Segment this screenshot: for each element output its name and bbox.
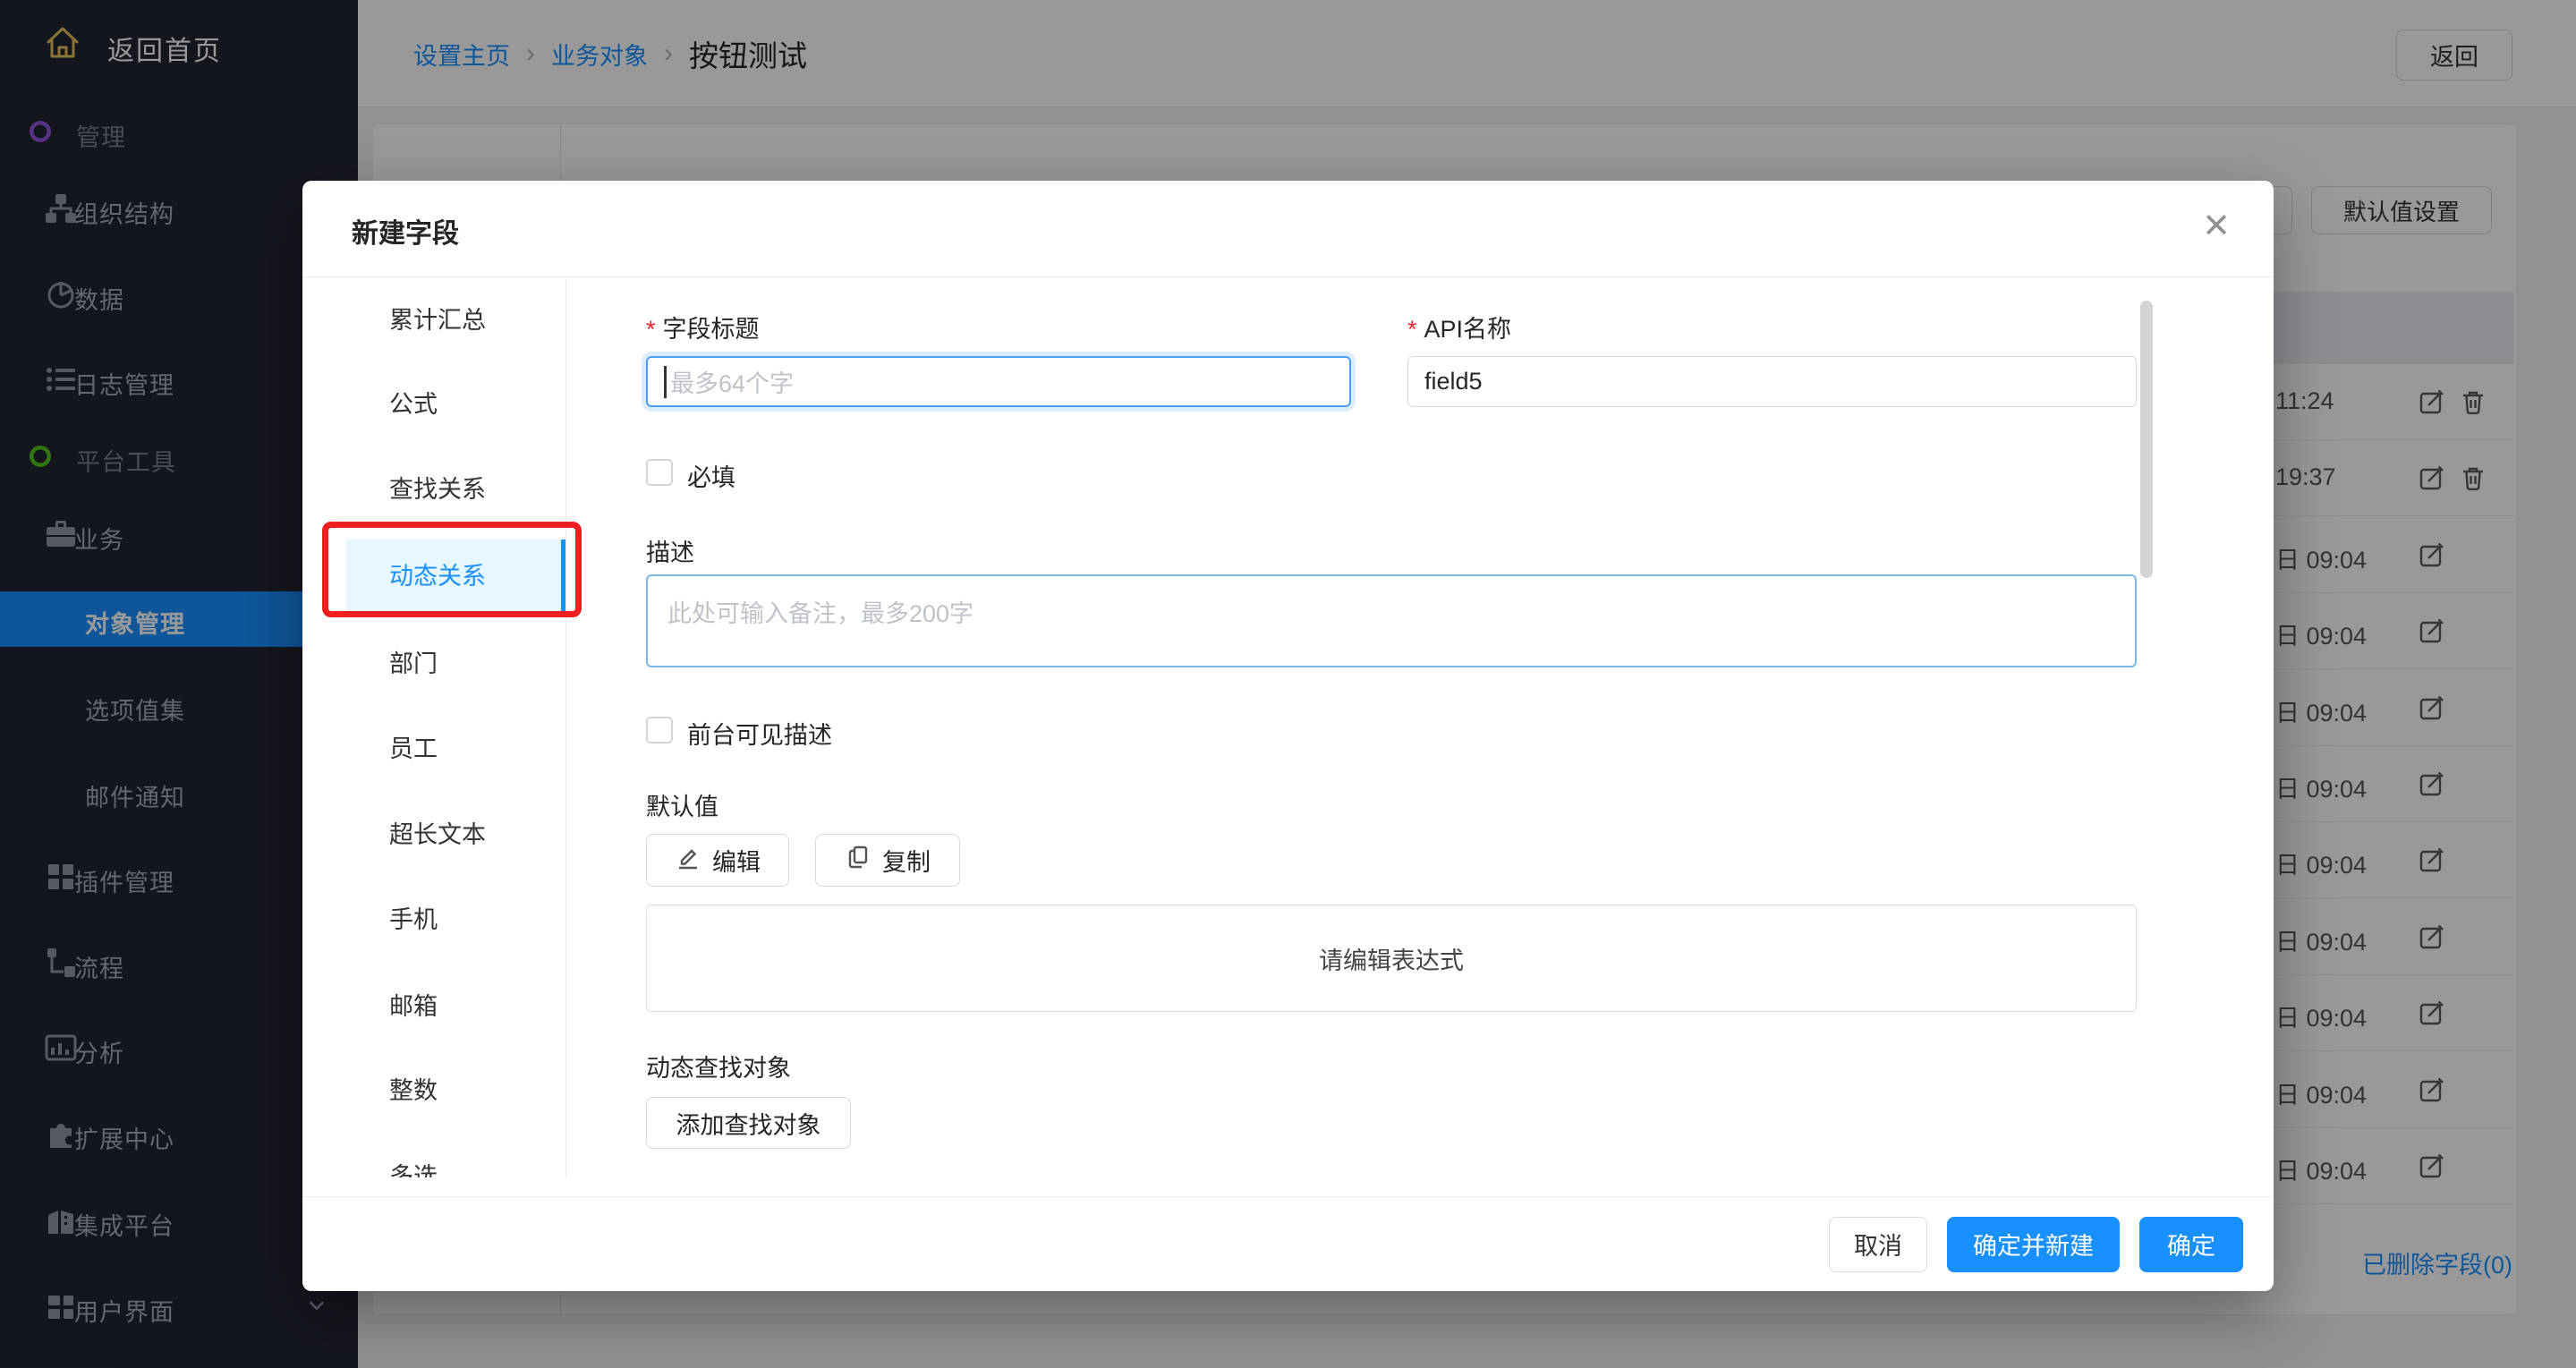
scrollbar-thumb[interactable] <box>2140 301 2153 578</box>
confirm-button[interactable]: 确定 <box>2139 1217 2243 1272</box>
dynamic-lookup-label: 动态查找对象 <box>646 1049 791 1083</box>
required-star: * <box>646 316 656 343</box>
add-lookup-object-button[interactable]: 添加查找对象 <box>646 1097 851 1149</box>
edit-button[interactable]: 编辑 <box>646 834 789 887</box>
field-type-item-10[interactable]: 整数 <box>302 1064 566 1117</box>
field-type-item-9[interactable]: 邮箱 <box>302 980 566 1033</box>
cancel-button[interactable]: 取消 <box>1829 1217 1927 1272</box>
field-title-input[interactable]: 最多64个字 <box>646 356 1351 407</box>
screen: 返回首页 管理 组织结构 数据 日志管理 平台工具 业务 对象管理 选项值集 <box>0 0 2576 1368</box>
text-caret <box>664 366 667 398</box>
api-name-input[interactable]: field5 <box>1407 356 2137 407</box>
front-visible-desc-label: 前台可见描述 <box>687 716 832 751</box>
modal-footer: 取消 确定并新建 确定 <box>302 1196 2274 1291</box>
required-star: * <box>1407 316 1417 343</box>
field-type-item-8[interactable]: 手机 <box>302 893 566 947</box>
required-checkbox[interactable] <box>646 459 673 486</box>
description-textarea[interactable]: 此处可输入备注，最多200字 <box>646 574 2137 667</box>
field-type-item-6[interactable]: 员工 <box>302 722 566 776</box>
edit-icon <box>675 844 701 877</box>
field-type-item-11[interactable]: 多选 <box>302 1150 566 1177</box>
modal-header: 新建字段 ✕ <box>302 181 2274 277</box>
confirm-and-new-button[interactable]: 确定并新建 <box>1947 1217 2120 1272</box>
field-type-item-1[interactable]: 累计汇总 <box>302 293 566 347</box>
expression-editor-box[interactable]: 请编辑表达式 <box>646 905 2137 1012</box>
field-type-item-3[interactable]: 查找关系 <box>302 463 566 516</box>
close-icon[interactable]: ✕ <box>2202 209 2231 243</box>
field-type-item-4[interactable]: 动态关系 <box>302 549 566 603</box>
copy-button[interactable]: 复制 <box>815 834 960 887</box>
field-type-item-7[interactable]: 超长文本 <box>302 808 566 862</box>
required-checkbox-label: 必填 <box>687 458 735 493</box>
new-field-modal: 新建字段 ✕ 累计汇总公式查找关系动态关系部门员工超长文本手机邮箱整数多选 *字… <box>302 181 2274 1291</box>
api-name-label: *API名称 <box>1407 310 1511 344</box>
field-type-item-5[interactable]: 部门 <box>302 637 566 691</box>
front-visible-desc-checkbox[interactable] <box>646 717 673 743</box>
field-type-menu: 累计汇总公式查找关系动态关系部门员工超长文本手机邮箱整数多选 <box>302 278 566 1177</box>
description-label: 描述 <box>646 533 694 568</box>
copy-icon <box>845 844 871 877</box>
default-value-label: 默认值 <box>646 787 718 822</box>
field-title-label: *字段标题 <box>646 310 760 344</box>
field-type-item-2[interactable]: 公式 <box>302 378 566 431</box>
modal-title: 新建字段 <box>352 211 459 251</box>
